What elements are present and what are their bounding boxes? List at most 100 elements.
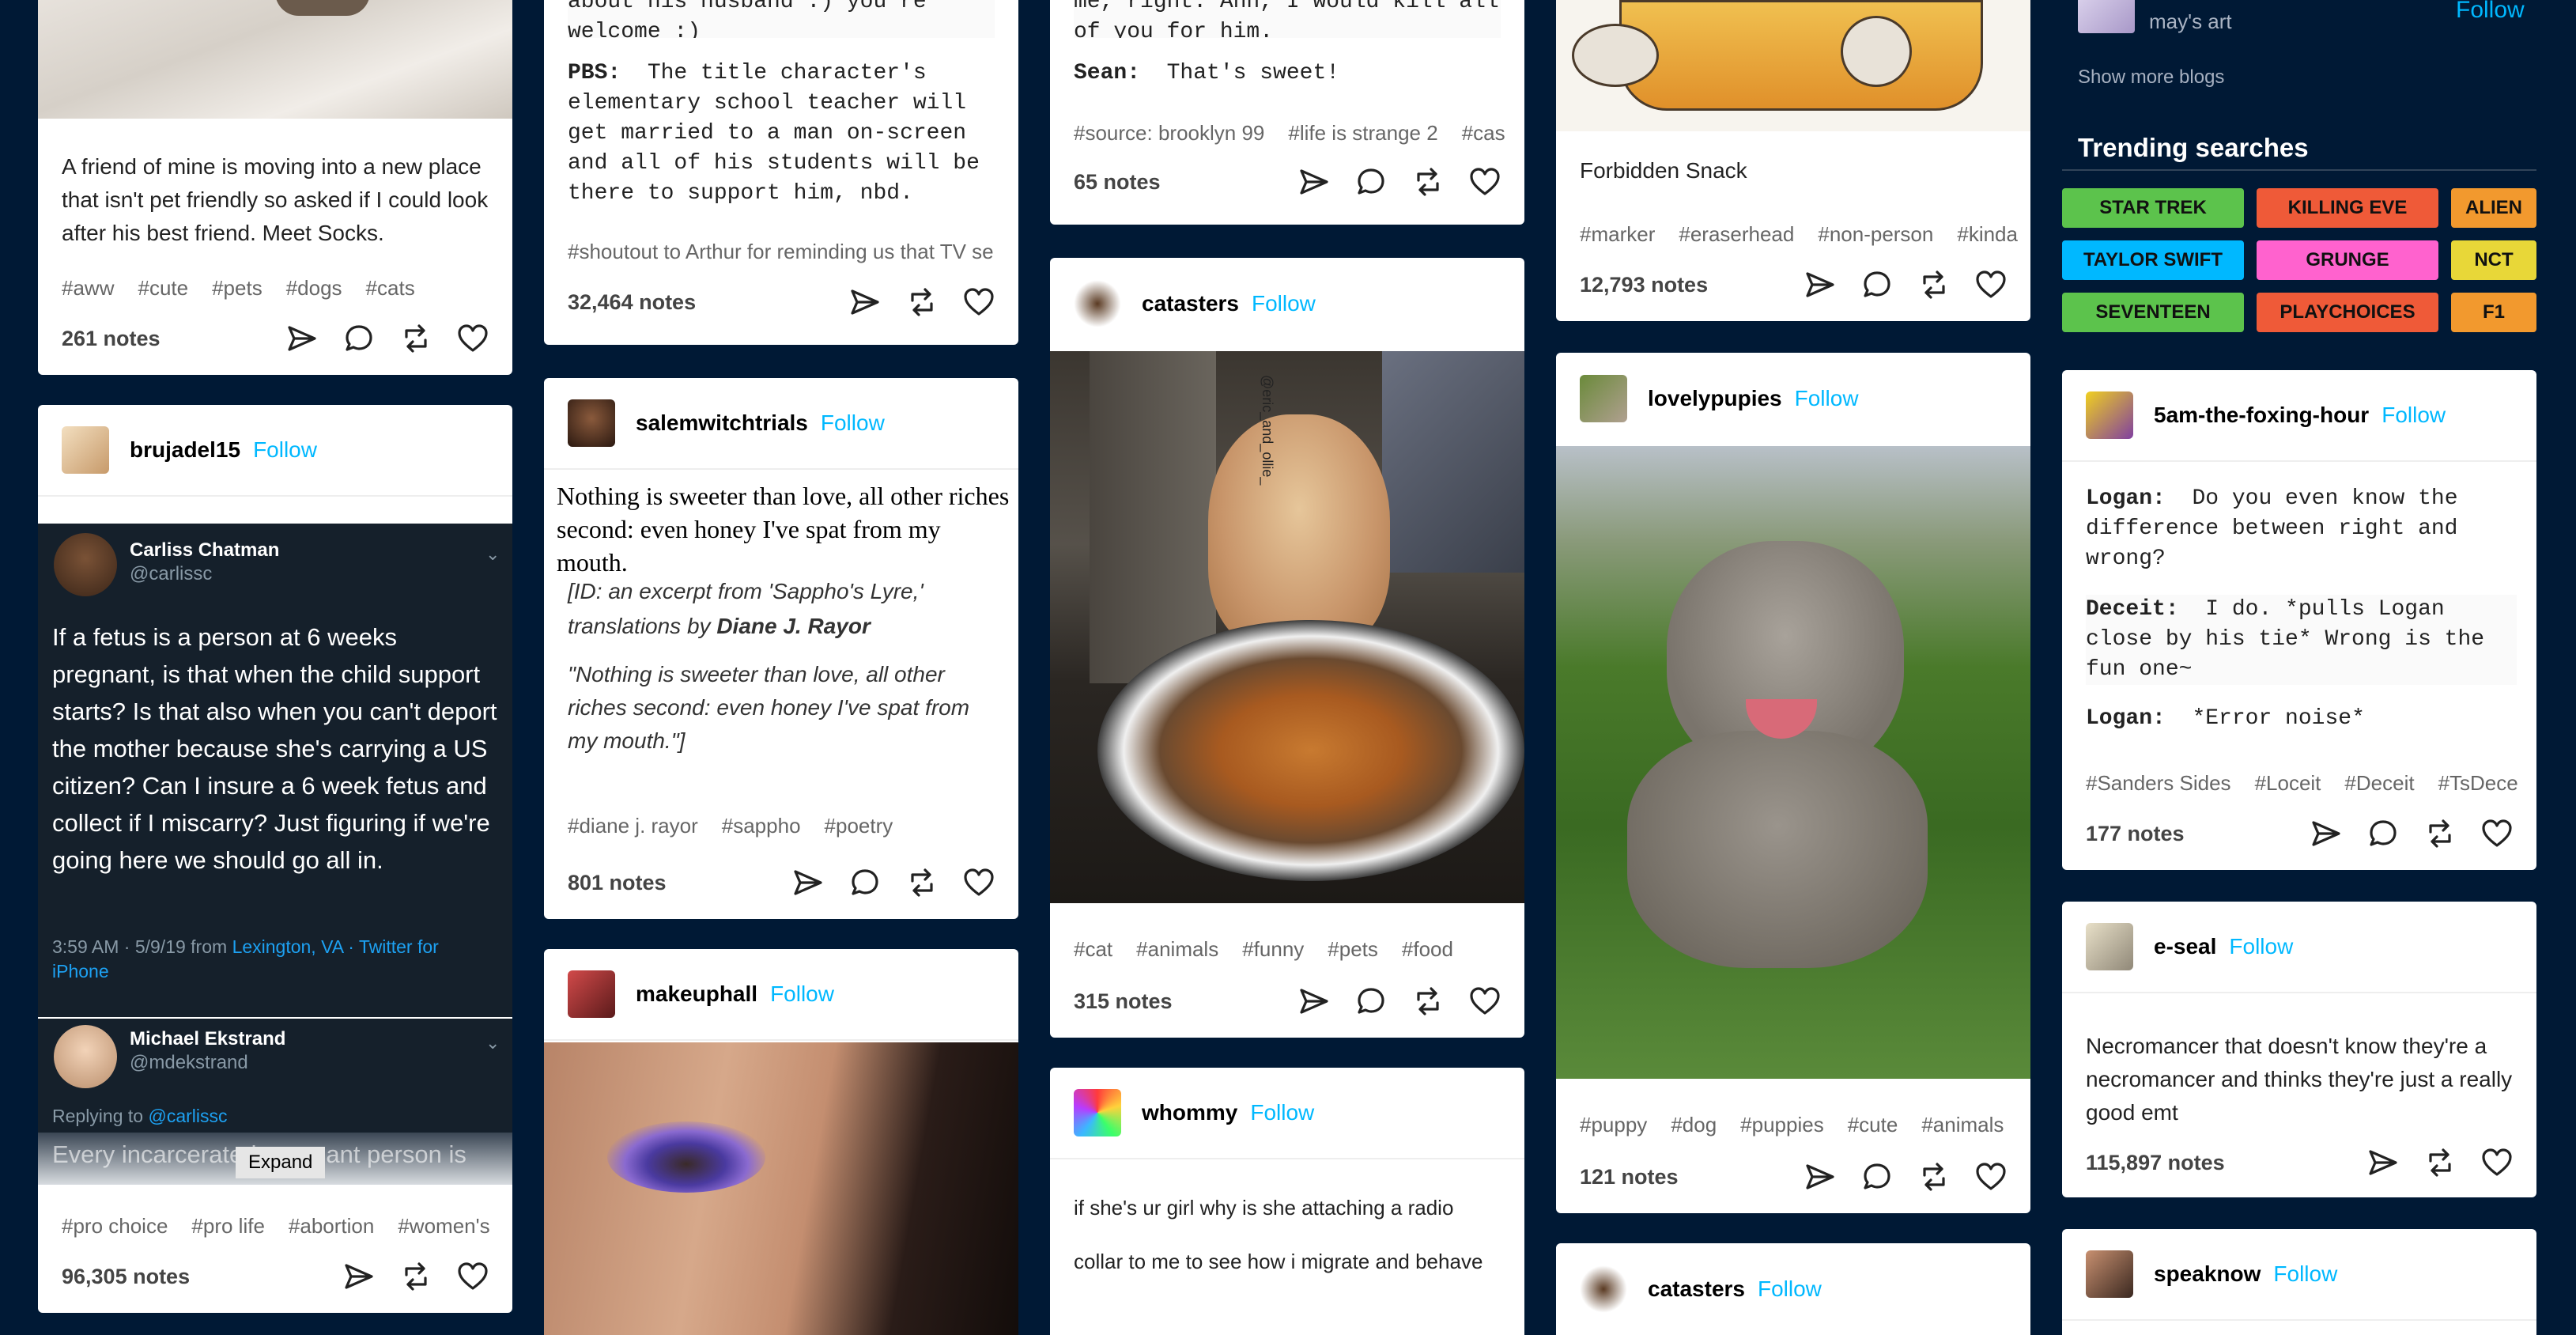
share-icon[interactable] bbox=[343, 1261, 375, 1292]
follow-button[interactable]: Follow bbox=[1252, 291, 1316, 316]
trending-tag[interactable]: GRUNGE bbox=[2257, 240, 2438, 280]
reply-icon[interactable] bbox=[2367, 818, 2399, 849]
avatar[interactable] bbox=[2086, 391, 2133, 439]
follow-button[interactable]: Follow bbox=[2381, 403, 2446, 428]
follow-button[interactable]: Follow bbox=[770, 981, 834, 1007]
share-icon[interactable] bbox=[1298, 985, 1330, 1017]
tag[interactable]: #women's bbox=[398, 1214, 489, 1239]
reblog-icon[interactable] bbox=[2424, 818, 2456, 849]
reblog-icon[interactable] bbox=[1918, 269, 1950, 301]
like-heart-icon[interactable] bbox=[1975, 269, 2007, 301]
notes-count[interactable]: 32,464 notes bbox=[568, 290, 849, 315]
blog-name[interactable]: salemwitchtrials bbox=[636, 410, 808, 436]
share-icon[interactable] bbox=[792, 867, 824, 898]
follow-button[interactable]: Follow bbox=[2229, 934, 2293, 959]
share-icon[interactable] bbox=[2310, 818, 2342, 849]
reply-icon[interactable] bbox=[1355, 166, 1387, 198]
reply-icon[interactable] bbox=[1861, 269, 1893, 301]
tag[interactable]: #non-person bbox=[1818, 222, 1933, 247]
share-icon[interactable] bbox=[1298, 166, 1330, 198]
like-heart-icon[interactable] bbox=[1469, 166, 1501, 198]
notes-count[interactable]: 121 notes bbox=[1580, 1165, 1804, 1189]
tag[interactable]: #sappho bbox=[722, 814, 801, 838]
like-heart-icon[interactable] bbox=[457, 323, 489, 354]
reblog-icon[interactable] bbox=[1412, 166, 1444, 198]
tag[interactable]: #abortion bbox=[289, 1214, 374, 1239]
tag[interactable]: #TsDece bbox=[2438, 771, 2518, 796]
tag[interactable]: #cat bbox=[1074, 937, 1112, 962]
reply-icon[interactable] bbox=[1861, 1161, 1893, 1193]
blog-name[interactable]: catasters bbox=[1142, 291, 1239, 316]
blog-name[interactable]: lovelypupies bbox=[1648, 386, 1782, 411]
expand-button[interactable]: Expand bbox=[236, 1147, 326, 1178]
follow-button[interactable]: Follow bbox=[2456, 0, 2525, 24]
tag[interactable]: #puppies bbox=[1740, 1113, 1824, 1137]
notes-count[interactable]: 12,793 notes bbox=[1580, 273, 1804, 297]
share-icon[interactable] bbox=[286, 323, 318, 354]
tag[interactable]: #poetry bbox=[825, 814, 893, 838]
show-more-blogs-link[interactable]: Show more blogs bbox=[2078, 66, 2224, 89]
follow-button[interactable]: Follow bbox=[253, 437, 317, 463]
trending-tag[interactable]: ALIEN bbox=[2451, 188, 2536, 228]
tag[interactable]: #kinda bbox=[1957, 222, 2018, 247]
like-heart-icon[interactable] bbox=[457, 1261, 489, 1292]
tag[interactable]: #life is strange 2 bbox=[1288, 121, 1437, 146]
like-heart-icon[interactable] bbox=[2481, 818, 2513, 849]
tag[interactable]: #dogs bbox=[286, 276, 342, 301]
like-heart-icon[interactable] bbox=[963, 286, 995, 318]
trending-tag[interactable]: TAYLOR SWIFT bbox=[2062, 240, 2244, 280]
recommended-blog-name[interactable]: may's art bbox=[2149, 9, 2232, 34]
tag[interactable]: #funny bbox=[1242, 937, 1304, 962]
tag[interactable]: #cats bbox=[366, 276, 415, 301]
like-heart-icon[interactable] bbox=[1975, 1161, 2007, 1193]
avatar[interactable] bbox=[2078, 0, 2135, 33]
tag[interactable]: #cas bbox=[1462, 121, 1505, 146]
tag[interactable]: #cute bbox=[1848, 1113, 1898, 1137]
avatar[interactable] bbox=[1074, 1089, 1121, 1136]
reply-icon[interactable] bbox=[343, 323, 375, 354]
trending-tag[interactable]: PLAYCHOICES bbox=[2257, 293, 2438, 332]
avatar[interactable] bbox=[2086, 923, 2133, 970]
reblog-icon[interactable] bbox=[1412, 985, 1444, 1017]
avatar[interactable] bbox=[1580, 1265, 1627, 1313]
share-icon[interactable] bbox=[1804, 269, 1836, 301]
blog-name[interactable]: makeuphall bbox=[636, 981, 757, 1007]
tag[interactable]: #eraserhead bbox=[1679, 222, 1794, 247]
post-photo[interactable] bbox=[38, 0, 512, 119]
reblog-icon[interactable] bbox=[906, 867, 938, 898]
avatar[interactable] bbox=[568, 970, 615, 1018]
tag[interactable]: #Sanders Sides bbox=[2086, 771, 2231, 796]
tag[interactable]: #food bbox=[1402, 937, 1453, 962]
avatar[interactable] bbox=[1074, 280, 1121, 327]
like-heart-icon[interactable] bbox=[1469, 985, 1501, 1017]
tag[interactable]: #pro life bbox=[191, 1214, 265, 1239]
notes-count[interactable]: 177 notes bbox=[2086, 822, 2310, 846]
trending-tag[interactable]: NCT bbox=[2451, 240, 2536, 280]
like-heart-icon[interactable] bbox=[963, 867, 995, 898]
reply-icon[interactable] bbox=[849, 867, 881, 898]
blog-name[interactable]: speaknow bbox=[2154, 1261, 2261, 1287]
notes-count[interactable]: 96,305 notes bbox=[62, 1265, 343, 1289]
post-photo[interactable] bbox=[1556, 0, 2030, 131]
like-heart-icon[interactable] bbox=[2481, 1147, 2513, 1178]
avatar[interactable] bbox=[568, 399, 615, 447]
tag[interactable]: #marker bbox=[1580, 222, 1655, 247]
share-icon[interactable] bbox=[1804, 1161, 1836, 1193]
tag[interactable]: #animals bbox=[1921, 1113, 2004, 1137]
blog-name[interactable]: brujadel15 bbox=[130, 437, 240, 463]
blog-name[interactable]: catasters bbox=[1648, 1276, 1745, 1302]
follow-button[interactable]: Follow bbox=[2273, 1261, 2337, 1287]
tag[interactable]: #source: brooklyn 99 bbox=[1074, 121, 1264, 146]
share-icon[interactable] bbox=[2367, 1147, 2399, 1178]
tag[interactable]: #puppy bbox=[1580, 1113, 1647, 1137]
reblog-icon[interactable] bbox=[2424, 1147, 2456, 1178]
notes-count[interactable]: 315 notes bbox=[1074, 989, 1298, 1014]
tag[interactable]: #pets bbox=[212, 276, 263, 301]
share-icon[interactable] bbox=[849, 286, 881, 318]
blog-name[interactable]: 5am-the-foxing-hour bbox=[2154, 403, 2369, 428]
tag[interactable]: #Loceit bbox=[2255, 771, 2321, 796]
post-photo[interactable]: @eric_and_ollie_ bbox=[1050, 351, 1524, 903]
notes-count[interactable]: 65 notes bbox=[1074, 170, 1298, 195]
notes-count[interactable]: 801 notes bbox=[568, 871, 792, 895]
notes-count[interactable]: 261 notes bbox=[62, 327, 286, 351]
